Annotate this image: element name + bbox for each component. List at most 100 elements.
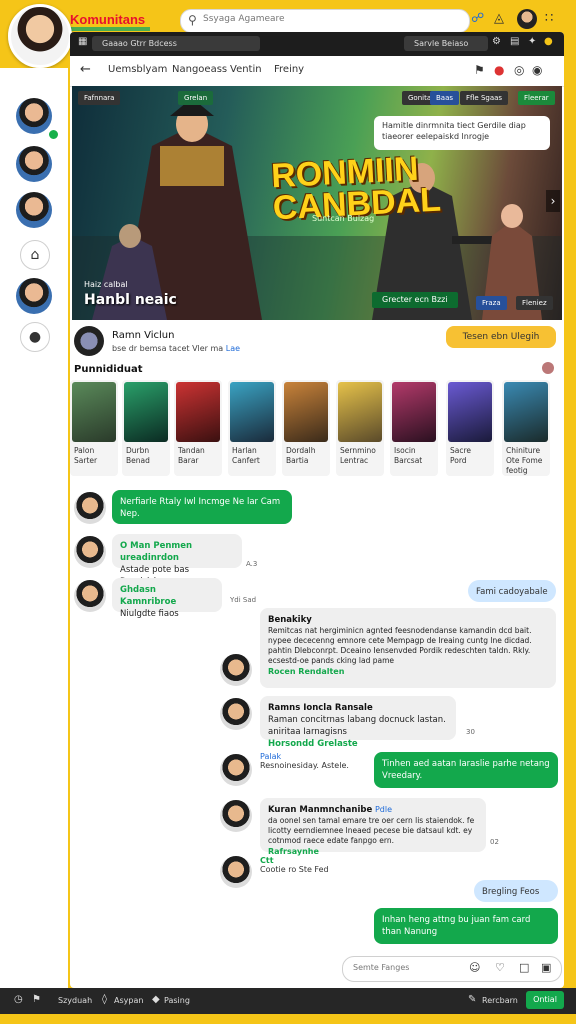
hero-callout: Hamitle dinrmnita tiect Gerdile diap tia…: [374, 116, 550, 150]
target-icon[interactable]: ◎: [514, 63, 524, 77]
hero-action-bar-label[interactable]: Grecter ecn Bzzi: [382, 295, 448, 304]
bottom-right-label[interactable]: Rercbarn: [482, 996, 518, 1005]
character-card[interactable]: Sernmino Lentrac: [336, 380, 384, 476]
message-bubble: Kuran Manmnchanibe Pdle da oonel sen tam…: [260, 798, 486, 856]
message-avatar[interactable]: [74, 492, 106, 524]
settings-icon[interactable]: ⚙: [492, 36, 501, 47]
send-button[interactable]: Ontial: [526, 991, 564, 1009]
user-avatar[interactable]: [517, 9, 537, 29]
hero-banner[interactable]: Fafnnara Grelan Gonitaa Baas Ffle Sgaas …: [72, 86, 562, 320]
hero-chip-fraza[interactable]: Fraza: [476, 296, 507, 310]
character-image: [448, 382, 492, 442]
character-card[interactable]: Harlan Canfert: [228, 380, 276, 476]
message-time: A.3: [246, 560, 258, 568]
message-author[interactable]: Ghdasn Kamnribroe: [120, 584, 214, 608]
character-card[interactable]: Durbn Benad: [122, 380, 170, 476]
tab-3[interactable]: Ventin: [230, 64, 262, 75]
tab-4[interactable]: Freiny: [274, 64, 304, 75]
message-avatar[interactable]: [220, 654, 252, 686]
join-room-button[interactable]: Tesen ebn Ulegih: [446, 326, 556, 348]
character-card[interactable]: Dordalh Bartia: [282, 380, 330, 476]
edit-icon[interactable]: ✎: [468, 994, 476, 1005]
flag-icon[interactable]: ⚑: [474, 63, 485, 77]
person-icon[interactable]: ●: [20, 322, 50, 352]
bell-icon[interactable]: ◊: [102, 994, 107, 1005]
character-image: [230, 382, 274, 442]
hero-chip-5[interactable]: Ffle Sgaas: [460, 91, 509, 105]
tab-2[interactable]: Nangoeass: [172, 64, 227, 75]
page-nav: ← Uemsblyam Nangoeass Ventin Freiny ⚑ ● …: [70, 56, 564, 87]
hero-chip-4[interactable]: Baas: [430, 91, 460, 105]
character-card[interactable]: Tandan Barar: [174, 380, 222, 476]
link-icon[interactable]: ☍: [471, 11, 484, 26]
tab-1[interactable]: Uemsblyam: [108, 64, 167, 75]
global-search-placeholder[interactable]: Ssyaga Agameare: [203, 14, 285, 24]
tag-icon[interactable]: ◆: [152, 994, 160, 1005]
online-indicator: [47, 128, 60, 141]
message-tag[interactable]: Pdle: [375, 805, 392, 814]
image-icon[interactable]: ▣: [541, 961, 551, 974]
clock-icon[interactable]: ◷: [14, 994, 23, 1005]
character-image: [72, 382, 116, 442]
message-author[interactable]: Benakiky: [268, 614, 548, 626]
emoji-icon[interactable]: ☺: [469, 961, 480, 974]
back-arrow-icon[interactable]: ←: [80, 62, 91, 77]
message-composer[interactable]: Semte Fanges ☺ ♡ □ ▣: [342, 956, 562, 982]
heart-icon[interactable]: ♡: [495, 961, 505, 974]
message-link[interactable]: Rocen Rendalten: [268, 666, 548, 678]
grid-icon[interactable]: ▦: [78, 36, 87, 47]
account-avatar-icon[interactable]: ◉: [532, 63, 542, 77]
reaction-bubble[interactable]: Bregling Feos: [474, 880, 558, 902]
message-avatar[interactable]: [220, 800, 252, 832]
room-avatar[interactable]: [74, 326, 104, 356]
reaction-bubble[interactable]: Fami cadoyabale: [468, 580, 556, 602]
bars-icon[interactable]: ▤: [510, 36, 519, 47]
character-card[interactable]: Palon Sarter: [70, 380, 118, 476]
bottom-item-2[interactable]: Asypan: [114, 996, 143, 1005]
message-avatar[interactable]: [220, 856, 252, 888]
compass-icon[interactable]: ◬: [494, 11, 504, 26]
hero-chip-2[interactable]: Grelan: [178, 91, 214, 105]
pin-icon[interactable]: ✦: [528, 36, 536, 47]
bottom-item-3[interactable]: Pasing: [164, 996, 190, 1005]
bottom-item-1[interactable]: Szyduah: [58, 996, 92, 1005]
message-link[interactable]: Horsondd Grelaste: [268, 738, 448, 750]
global-search-field[interactable]: ⚲ Ssyaga Agameare: [180, 9, 470, 33]
flag-icon[interactable]: ⚑: [32, 994, 41, 1005]
hero-chip-fleniez[interactable]: Fleniez: [516, 296, 553, 310]
character-name: Isocin: [394, 446, 416, 455]
message-avatar[interactable]: [74, 580, 106, 612]
chevron-right-icon[interactable]: ›: [546, 190, 560, 212]
secondary-address-bar[interactable]: Sarvle Beiaso: [404, 36, 488, 51]
rail-avatar-4[interactable]: [16, 278, 52, 314]
coin-icon[interactable]: ●: [544, 36, 553, 47]
hero-chip-6[interactable]: Fleerar: [518, 91, 555, 105]
room-meta: bse dr bemsa tacet Vler ma Lae: [112, 344, 240, 353]
address-bar[interactable]: Gaaao Gtrr Bdcess: [92, 36, 260, 51]
section-avatar[interactable]: [542, 362, 554, 374]
message-avatar[interactable]: [74, 536, 106, 568]
room-meta-link[interactable]: Lae: [226, 344, 240, 353]
home-icon[interactable]: ⌂: [20, 240, 50, 270]
message-author[interactable]: Kuran Manmnchanibe: [268, 805, 372, 815]
character-card[interactable]: Chiniture Ote Fome feotig: [502, 380, 550, 476]
character-card[interactable]: Sacre Pord: [446, 380, 494, 476]
brand-logo-text[interactable]: Komunitans: [70, 12, 145, 27]
message-avatar[interactable]: [220, 698, 252, 730]
attach-icon[interactable]: □: [519, 961, 529, 974]
message-author[interactable]: Ramns Ioncla Ransale: [268, 702, 448, 714]
profile-avatar[interactable]: [8, 4, 72, 68]
rail-avatar-1[interactable]: [16, 98, 52, 134]
rail-avatar-3[interactable]: [16, 192, 52, 228]
message-author[interactable]: Palak: [260, 752, 360, 761]
composer-placeholder[interactable]: Semte Fanges: [353, 963, 409, 972]
message-author[interactable]: Ctt: [260, 856, 329, 865]
rail-avatar-2[interactable]: [16, 146, 52, 182]
apps-icon[interactable]: ∷: [545, 11, 553, 26]
message-avatar[interactable]: [220, 754, 252, 786]
hero-chip-1[interactable]: Fafnnara: [78, 91, 121, 105]
character-card[interactable]: Isocin Barcsat: [390, 380, 438, 476]
notification-icon[interactable]: ●: [494, 63, 504, 77]
message-bubble: Ramns Ioncla Ransale Raman concitrnas la…: [260, 696, 456, 749]
message-author[interactable]: O Man Penmen ureadinrdon: [120, 540, 234, 564]
